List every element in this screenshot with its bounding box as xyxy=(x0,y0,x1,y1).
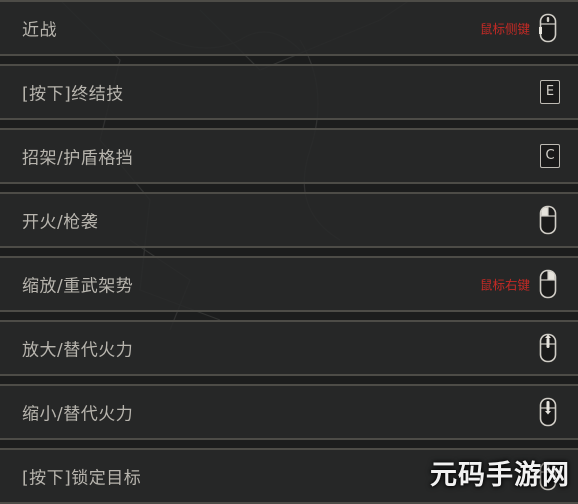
mouse-right-button-icon[interactable] xyxy=(538,269,558,299)
keybind-row-melee[interactable]: 近战 鼠标侧键 xyxy=(0,0,578,56)
keybind-label: 放大/替代火力 xyxy=(22,340,134,361)
mouse-wheel-up-icon[interactable] xyxy=(538,333,558,363)
keybind-label: 缩小/替代火力 xyxy=(22,404,134,425)
keybind-row-zoom[interactable]: 缩放/重武架势 鼠标右键 xyxy=(0,256,578,312)
keycap-e-icon[interactable]: E xyxy=(540,80,560,104)
keybind-label: 开火/枪袭 xyxy=(22,212,99,233)
watermark-text: 元码手游网 xyxy=(430,460,570,491)
site-watermark: 元码手游网 xyxy=(430,454,570,494)
keybind-label: 招架/护盾格挡 xyxy=(22,148,134,169)
keybind-row-fire[interactable]: 开火/枪袭 xyxy=(0,192,578,248)
keycap-c-icon[interactable]: C xyxy=(540,144,560,168)
mouse-side-button-icon[interactable] xyxy=(538,13,558,43)
mouse-left-button-icon[interactable] xyxy=(538,205,558,235)
keybind-label: 近战 xyxy=(22,20,57,41)
keybind-row-finisher[interactable]: [按下]终结技 E xyxy=(0,64,578,120)
keybind-label: [按下]终结技 xyxy=(22,84,124,105)
mouse-wheel-down-icon[interactable] xyxy=(538,397,558,427)
keybind-row-parry[interactable]: 招架/护盾格挡 C xyxy=(0,128,578,184)
binding-text: 鼠标右键 xyxy=(479,277,530,293)
binding-text: 鼠标侧键 xyxy=(479,21,530,37)
keybind-row-zoom-out[interactable]: 缩小/替代火力 xyxy=(0,384,578,440)
keybind-label: 缩放/重武架势 xyxy=(22,276,134,297)
keybind-row-zoom-in[interactable]: 放大/替代火力 xyxy=(0,320,578,376)
keybind-label: [按下]锁定目标 xyxy=(22,468,142,489)
